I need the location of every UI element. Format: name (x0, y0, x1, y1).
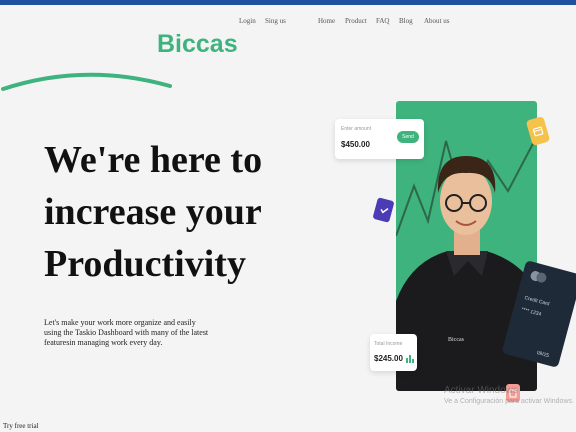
nav-faq[interactable]: FAQ (376, 17, 389, 25)
card-logo-icon (530, 271, 547, 283)
bar-chart-icon (406, 355, 414, 363)
nav-about[interactable]: About us (424, 17, 449, 25)
hero-heading: We're here to increase your Productivity (44, 134, 324, 290)
amount-label: Enter amount (341, 126, 372, 132)
windows-activation-watermark: Activar Windows Ve a Configuración para … (444, 385, 574, 405)
hero-line-1: We're here to (44, 139, 263, 181)
income-value: $245.00 (374, 354, 403, 363)
decorative-arc (1, 72, 172, 91)
hero-line-3: Productivity (44, 243, 246, 285)
nav-home[interactable]: Home (318, 17, 335, 25)
signup-link[interactable]: Sing us (265, 17, 286, 25)
watermark-title: Activar Windows (444, 385, 518, 396)
watermark-subtitle: Ve a Configuración para activar Windows. (444, 398, 574, 405)
send-button[interactable]: Send (397, 131, 419, 143)
brand-logo[interactable]: Biccas (157, 30, 238, 59)
amount-card: Enter amount $450.00 Send (335, 119, 424, 159)
check-icon (372, 197, 395, 223)
nav-product[interactable]: Product (345, 17, 367, 25)
amount-value: $450.00 (341, 140, 370, 149)
login-link[interactable]: Login (239, 17, 256, 25)
try-free-trial-link[interactable]: Try free trial (3, 422, 39, 430)
card-expiry: 09/25 (535, 350, 550, 360)
top-accent-bar (0, 0, 576, 5)
card-number: **** 1234 (520, 306, 542, 318)
card-name: Credit Card (523, 295, 551, 308)
hero-description: Let's make your work more organize and e… (44, 318, 209, 347)
nav-blog[interactable]: Blog (399, 17, 413, 25)
income-label: Total Income (374, 341, 403, 347)
hero-line-2: increase your (44, 191, 262, 233)
income-card: Total Income $245.00 (370, 334, 417, 371)
svg-text:Biccas: Biccas (448, 337, 465, 343)
